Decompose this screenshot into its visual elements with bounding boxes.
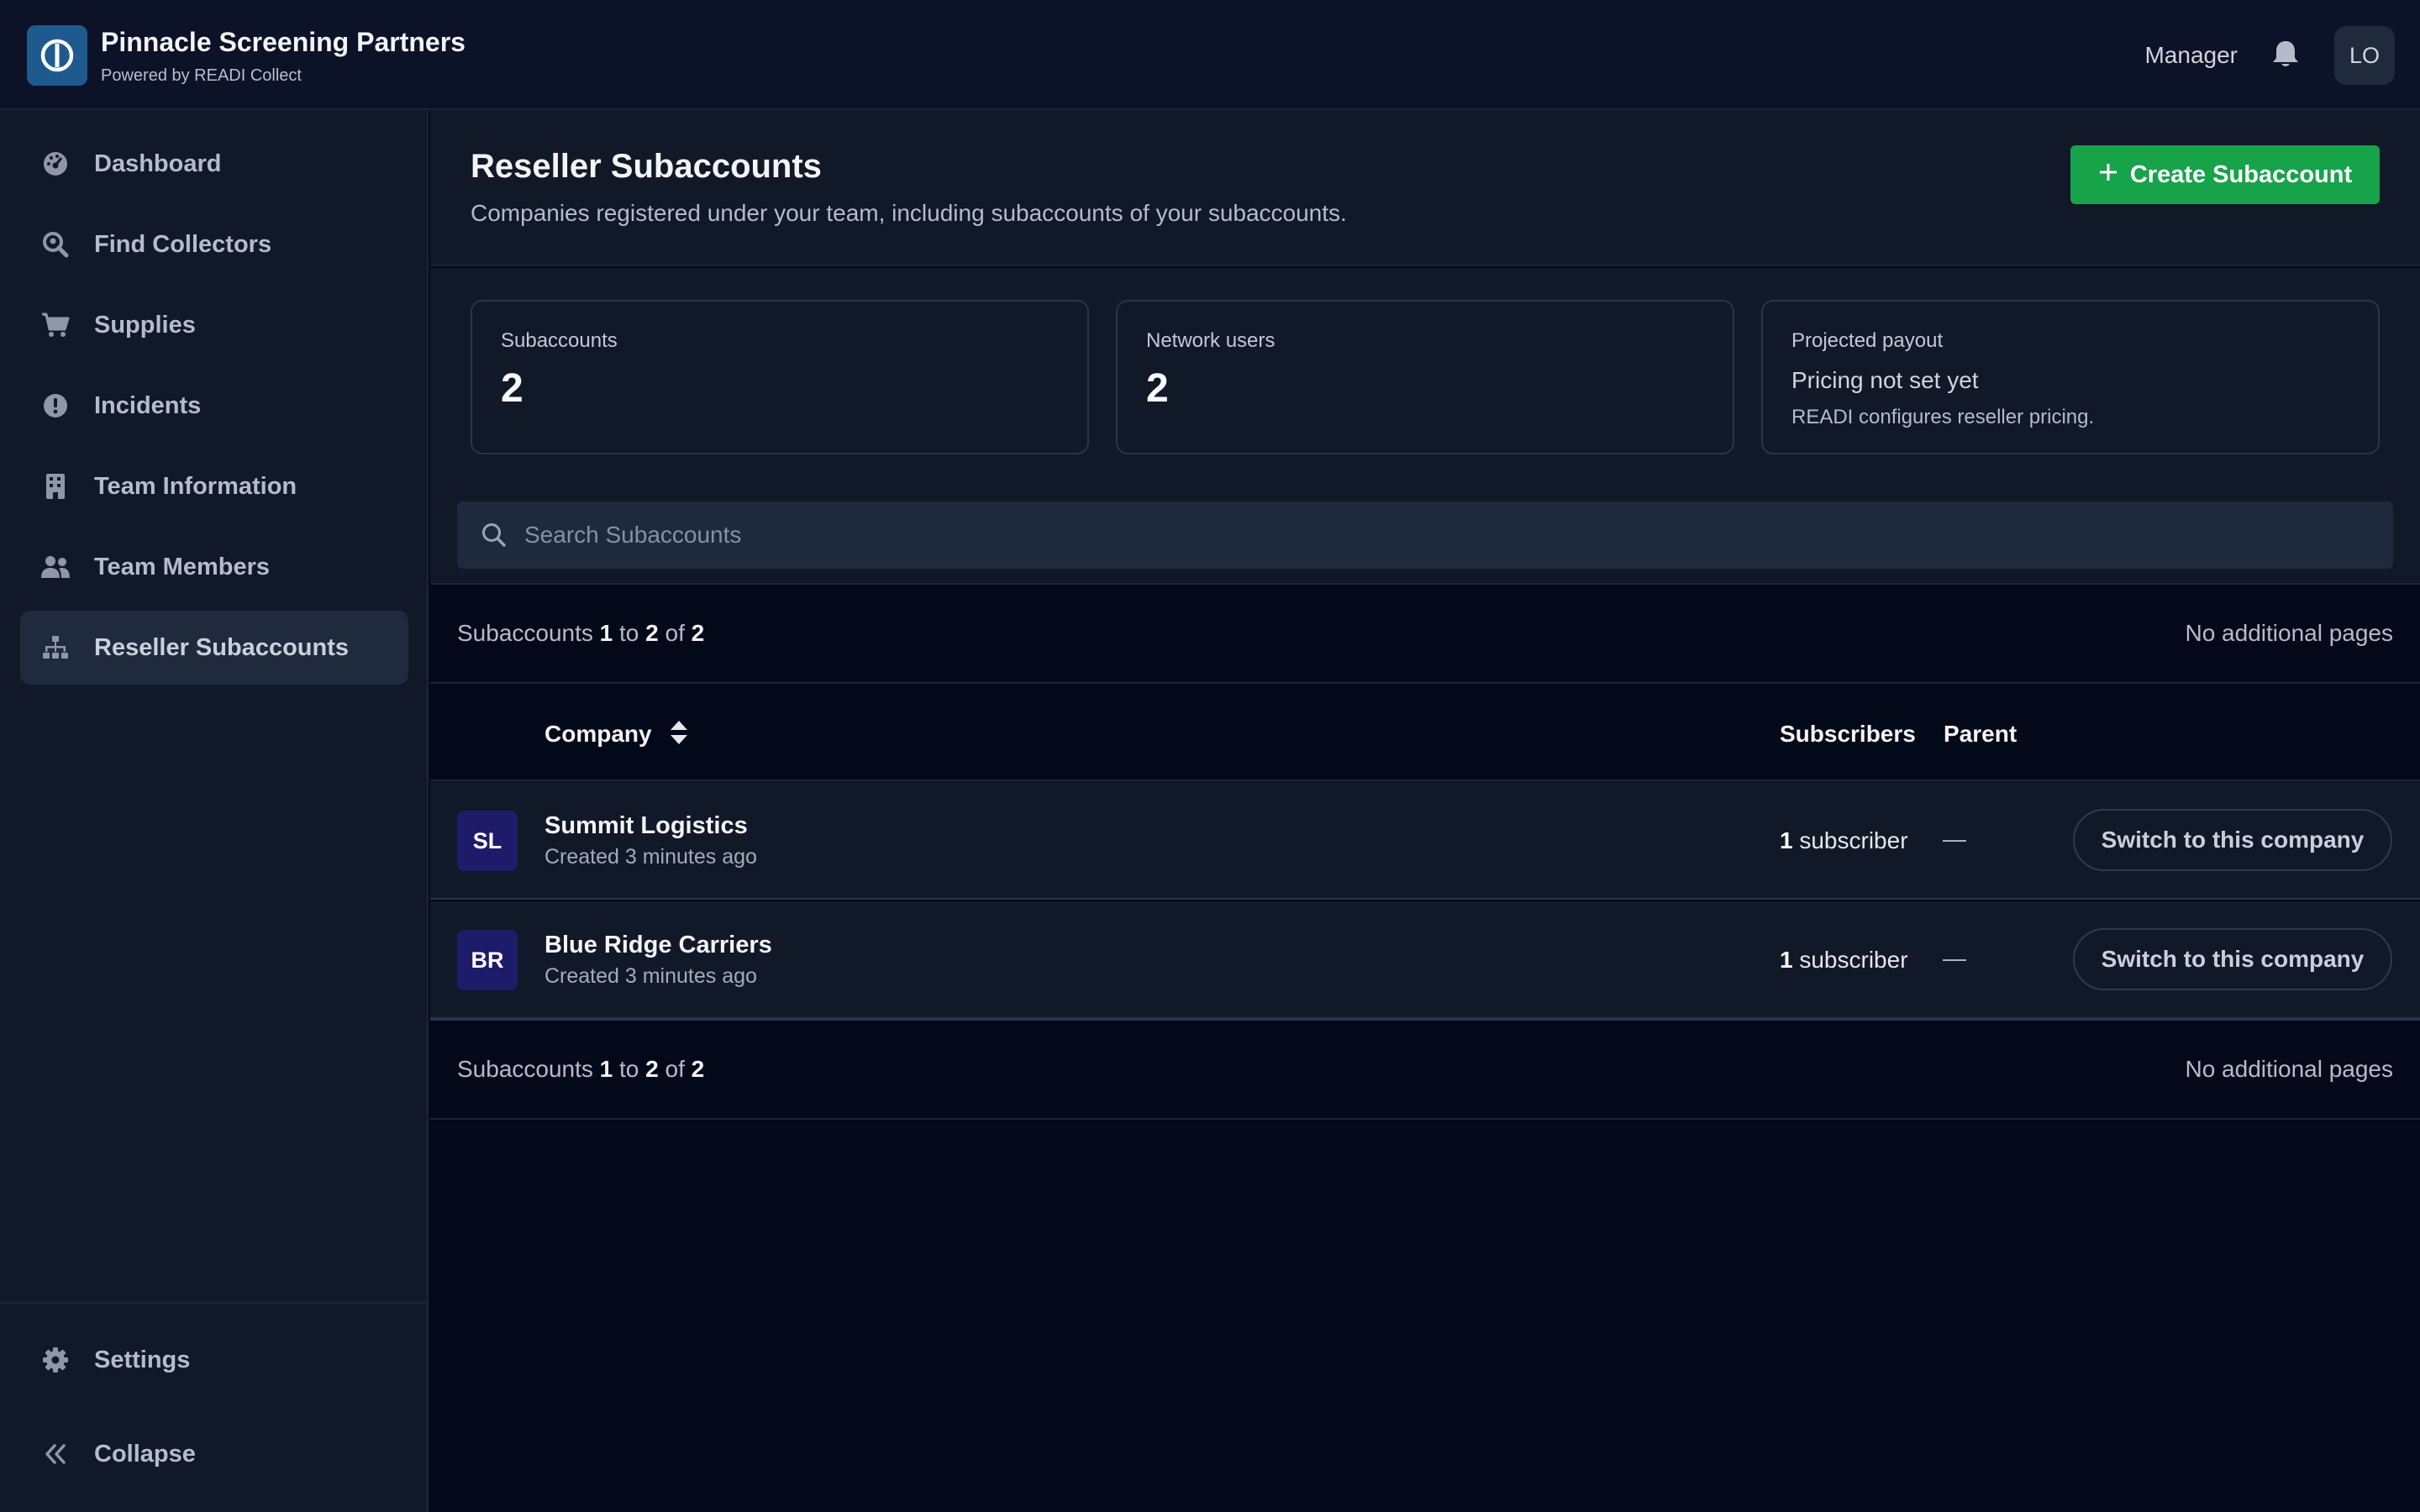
column-company[interactable]: Company	[544, 721, 652, 748]
sort-icon[interactable]	[669, 719, 689, 746]
subscriber-number: 1	[1780, 947, 1793, 973]
brand-logo-icon[interactable]	[27, 25, 87, 86]
stat-label: Projected payout	[1791, 329, 1944, 352]
stat-value: 2	[501, 366, 523, 411]
cart-icon	[40, 310, 71, 340]
stat-card-subaccounts: Subaccounts 2	[471, 300, 1089, 454]
stat-card-network-users: Network users 2	[1116, 300, 1734, 454]
sidebar-item-label: Dashboard	[94, 150, 222, 177]
results-total: 2	[691, 1056, 705, 1082]
sidebar-item-find-collectors[interactable]: Find Collectors	[20, 207, 408, 281]
sidebar-item-label: Settings	[94, 1346, 191, 1373]
column-parent: Parent	[1944, 721, 2018, 747]
plus-icon	[2098, 161, 2118, 189]
results-to: 2	[645, 620, 659, 646]
sidebar-item-label: Supplies	[94, 311, 196, 339]
subscriber-word: subscriber	[1799, 827, 1908, 853]
pages-status: No additional pages	[2185, 620, 2393, 646]
sidebar-item-label: Team Members	[94, 553, 270, 580]
company-avatar: SL	[457, 811, 518, 871]
subscriber-number: 1	[1780, 827, 1793, 853]
stat-value: 2	[1146, 366, 1169, 411]
bell-icon[interactable]	[2269, 38, 2302, 71]
sidebar-divider	[0, 1302, 427, 1304]
sidebar-item-dashboard[interactable]: Dashboard	[20, 127, 408, 201]
subscriber-word: subscriber	[1799, 947, 1908, 973]
building-icon	[40, 471, 71, 501]
company-avatar: BR	[457, 930, 518, 990]
sidebar: Dashboard Find Collectors Supplies Incid…	[0, 110, 429, 1512]
app-root: Pinnacle Screening Partners Powered by R…	[0, 0, 2420, 1512]
results-to: 2	[645, 1056, 659, 1082]
parent-value: —	[1943, 945, 1966, 971]
users-icon	[40, 552, 71, 582]
sidebar-item-supplies[interactable]: Supplies	[20, 288, 408, 362]
results-to-word: to	[619, 1056, 639, 1082]
subscriber-count: 1 subscriber	[1780, 947, 1908, 974]
stat-label: Subaccounts	[501, 329, 618, 352]
results-prefix: Subaccounts	[457, 1056, 593, 1082]
company-created: Created 3 minutes ago	[544, 964, 757, 988]
sidebar-item-label: Find Collectors	[94, 230, 272, 258]
stat-label: Network users	[1146, 329, 1276, 352]
company-created: Created 3 minutes ago	[544, 845, 757, 869]
table-row: BR Blue Ridge Carriers Created 3 minutes…	[430, 901, 2420, 1019]
switch-company-button[interactable]: Switch to this company	[2073, 928, 2392, 990]
search-input[interactable]	[524, 501, 2373, 569]
page-header: Reseller Subaccounts Companies registere…	[430, 110, 2420, 266]
alert-circle-icon	[40, 391, 71, 421]
results-total: 2	[691, 620, 705, 646]
stat-card-projected-payout: Projected payout Pricing not set yet REA…	[1761, 300, 2380, 454]
create-subaccount-button[interactable]: Create Subaccount	[2070, 145, 2380, 204]
parent-value: —	[1943, 826, 1966, 852]
search-icon	[479, 520, 509, 550]
results-from: 1	[599, 1056, 613, 1082]
powered-by: Powered by READI Collect	[101, 66, 302, 85]
sidebar-item-label: Team Information	[94, 472, 297, 500]
pages-status: No additional pages	[2185, 1056, 2393, 1082]
results-to-word: to	[619, 620, 639, 646]
stat-note: READI configures reseller pricing.	[1791, 406, 2095, 428]
sidebar-item-label: Collapse	[94, 1440, 196, 1467]
column-subscribers: Subscribers	[1780, 721, 1916, 747]
sidebar-item-settings[interactable]: Settings	[20, 1323, 408, 1397]
sidebar-item-team-information[interactable]: Team Information	[20, 449, 408, 523]
create-subaccount-label: Create Subaccount	[2129, 160, 2353, 188]
main-content: Reseller Subaccounts Companies registere…	[430, 110, 2420, 1512]
pagination-bar-bottom: Subaccounts 1 to 2 of 2 No additional pa…	[430, 1019, 2420, 1120]
page-description: Companies registered under your team, in…	[471, 200, 1347, 226]
sidebar-collapse-button[interactable]: Collapse	[20, 1417, 408, 1491]
search-bar[interactable]	[457, 501, 2393, 569]
sidebar-item-team-members[interactable]: Team Members	[20, 530, 408, 604]
gauge-icon	[40, 149, 71, 179]
top-header: Pinnacle Screening Partners Powered by R…	[0, 0, 2420, 110]
results-from: 1	[599, 620, 613, 646]
table-row: SL Summit Logistics Created 3 minutes ag…	[430, 782, 2420, 900]
results-of-word: of	[665, 1056, 685, 1082]
gear-icon	[40, 1345, 71, 1375]
switch-company-button[interactable]: Switch to this company	[2073, 809, 2392, 871]
subscriber-count: 1 subscriber	[1780, 827, 1908, 854]
user-avatar[interactable]: LO	[2334, 26, 2395, 85]
company-name: Summit Logistics	[544, 812, 748, 839]
sidebar-item-incidents[interactable]: Incidents	[20, 369, 408, 443]
company-name: Blue Ridge Carriers	[544, 932, 772, 958]
sidebar-item-reseller-subaccounts[interactable]: Reseller Subaccounts	[20, 611, 408, 685]
results-prefix: Subaccounts	[457, 620, 593, 646]
table-header: Company Subscribers Parent	[430, 685, 2420, 781]
search-location-icon	[40, 229, 71, 260]
results-summary: Subaccounts 1 to 2 of 2	[457, 1056, 704, 1083]
sidebar-item-label: Reseller Subaccounts	[94, 633, 349, 661]
results-of-word: of	[665, 620, 685, 646]
pagination-bar-top: Subaccounts 1 to 2 of 2 No additional pa…	[430, 583, 2420, 684]
page-title: Reseller Subaccounts	[471, 148, 822, 185]
results-summary: Subaccounts 1 to 2 of 2	[457, 620, 704, 647]
stat-value: Pricing not set yet	[1791, 367, 1979, 393]
sidebar-item-label: Incidents	[94, 391, 202, 419]
sitemap-icon	[40, 633, 71, 663]
role-label[interactable]: Manager	[2144, 42, 2238, 69]
app-name: Pinnacle Screening Partners	[101, 27, 466, 57]
double-chevron-left-icon	[40, 1439, 71, 1469]
